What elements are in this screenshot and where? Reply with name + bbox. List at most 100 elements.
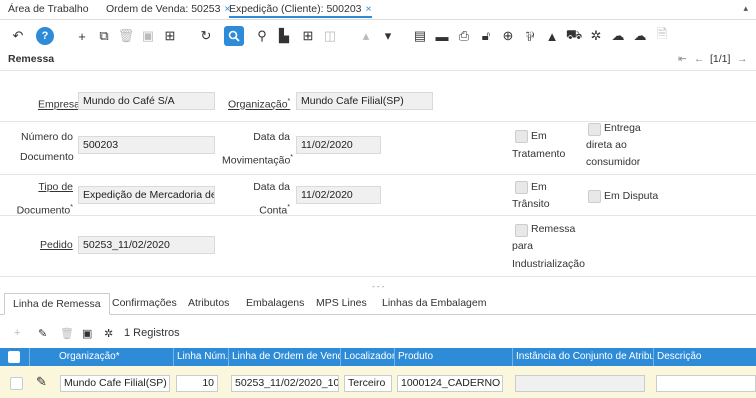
pedido-label[interactable]: Pedido [40, 237, 73, 254]
divider [0, 121, 756, 122]
remessa-industrializacao-label: Industrialização [512, 258, 585, 270]
pedido-field[interactable]: 50253_11/02/2020 [78, 236, 215, 254]
label-text: Organização [228, 98, 288, 111]
cell-linha[interactable]: 10 [176, 375, 218, 392]
splitter-handle[interactable]: - - - [372, 282, 384, 291]
column-header[interactable]: Organização* [56, 348, 174, 366]
edit-row-icon[interactable]: ✎ [36, 374, 47, 390]
save-icon[interactable]: ▣ [138, 26, 158, 46]
empresa-label[interactable]: Empresa* [38, 93, 83, 114]
multi-view-icon[interactable]: ◫ [320, 26, 340, 46]
cell-produto[interactable]: 1000124_CADERNO I [397, 375, 503, 392]
cell-ordem[interactable]: 50253_11/02/2020_10_ [231, 375, 339, 392]
divider [0, 174, 756, 175]
tab-confirmacoes[interactable]: Confirmações [104, 293, 185, 315]
cell-descricao[interactable] [656, 375, 756, 392]
settings-icon[interactable]: ✲ [586, 26, 606, 46]
row-checkbox[interactable] [10, 377, 23, 390]
select-all-checkbox-cell[interactable] [0, 348, 30, 366]
settings-icon[interactable]: ✲ [104, 327, 113, 340]
help-icon[interactable]: ? [36, 27, 54, 45]
workflow-icon[interactable]: ⅌ [520, 26, 540, 46]
data-conta-field[interactable]: 11/02/2020 [296, 186, 381, 204]
find-icon[interactable] [224, 26, 244, 46]
new-icon[interactable]: + [72, 26, 92, 46]
empresa-field[interactable]: Mundo do Café S/A [78, 92, 215, 110]
column-header[interactable]: Linha Núm.* [174, 348, 229, 366]
parent-record-icon[interactable]: ▴ [356, 26, 376, 46]
label-line: Número do [21, 131, 73, 143]
edit-icon[interactable]: ✎ [38, 327, 47, 340]
delete-line-icon[interactable]: 🗑 [60, 327, 74, 340]
label-text: Empresa [38, 98, 81, 111]
grid-toggle-icon[interactable]: ⊞ [298, 26, 318, 46]
data-movimentacao-field[interactable]: 11/02/2020 [296, 136, 381, 154]
next-record-icon[interactable]: → [737, 53, 748, 65]
cloud-down-icon[interactable]: ☁ [630, 26, 650, 46]
select-all-checkbox[interactable] [8, 351, 20, 363]
cell-localizador[interactable]: Terceiro [344, 375, 392, 392]
remessa-industrializacao-checkbox[interactable] [515, 224, 528, 237]
cell-instancia[interactable] [515, 375, 645, 392]
numero-documento-label: Número do Documento [20, 129, 74, 166]
em-transito-checkbox[interactable] [515, 181, 528, 194]
column-header[interactable]: Instância do Conjunto de Atributos [513, 348, 654, 366]
note-icon[interactable]: ▙ [274, 26, 294, 46]
print-icon[interactable]: ⎙ [454, 26, 474, 46]
tab-ordem-de-venda[interactable]: Ordem de Venda: 50253 × [106, 3, 231, 15]
entrega-direta-checkbox[interactable] [588, 123, 601, 136]
first-record-icon[interactable]: ⇤ [678, 53, 687, 65]
undo-icon[interactable]: ↶ [8, 26, 28, 46]
alert-icon[interactable]: ▲ [542, 26, 562, 46]
tipo-documento-field[interactable]: Expedição de Mercadoria de C [78, 186, 215, 204]
detail-tabs: Linha de Remessa Confirmações Atributos … [0, 293, 756, 315]
tab-linhas-da-embalagem[interactable]: Linhas da Embalagem [374, 293, 494, 315]
organizacao-field[interactable]: Mundo Cafe Filial(SP) [296, 92, 433, 110]
refresh-icon[interactable]: ↻ [196, 26, 216, 46]
title-bar: Remessa ⇤ ← [1/1] → [0, 51, 756, 67]
detail-record-icon[interactable]: ▾ [378, 26, 398, 46]
archive-icon[interactable]: ▬ [432, 26, 452, 46]
tab-linha-de-remessa[interactable]: Linha de Remessa [4, 293, 110, 315]
cloud-up-icon[interactable]: ☁ [608, 26, 628, 46]
save-line-icon[interactable]: ▣ [82, 327, 92, 340]
tab-atributos[interactable]: Atributos [180, 293, 237, 315]
column-header[interactable]: Localizador* [341, 348, 395, 366]
tipo-documento-label[interactable]: Tipo de Documento* [14, 179, 73, 220]
em-transito-label: Em [531, 181, 547, 193]
collapse-icon[interactable]: ▴ [743, 3, 748, 14]
table-row[interactable]: ✎ Mundo Cafe Filial(SP) 10 50253_11/02/2… [0, 366, 756, 398]
required-marker: * [290, 154, 294, 161]
save-new-icon[interactable]: ⊞ [160, 26, 180, 46]
column-header[interactable]: Linha de Ordem de Vendas [229, 348, 341, 366]
em-disputa-label: Em Disputa [604, 190, 659, 202]
copy-icon[interactable]: ⧉ [94, 26, 114, 46]
report-icon[interactable]: ▤ [410, 26, 430, 46]
attachment-icon[interactable]: ⚲ [252, 26, 272, 46]
lock-icon[interactable]: 🔓︎ [476, 26, 496, 46]
data-conta-label: Data da Conta* [222, 179, 290, 220]
tab-area-de-trabalho[interactable]: Área de Trabalho [8, 3, 89, 15]
delete-icon[interactable]: 🗑 [116, 26, 136, 46]
required-marker: * [287, 98, 291, 105]
cell-organizacao[interactable]: Mundo Cafe Filial(SP) [60, 375, 170, 392]
close-icon[interactable]: × [366, 3, 372, 15]
divider [0, 276, 756, 277]
grid-header: Organização* Linha Núm.* Linha de Ordem … [0, 348, 756, 366]
em-disputa-checkbox[interactable] [588, 190, 601, 203]
zoom-across-icon[interactable]: ⊕ [498, 26, 518, 46]
em-tratamento-checkbox[interactable] [515, 130, 528, 143]
tab-expedicao[interactable]: Expedição (Cliente): 500203 × [229, 3, 372, 18]
cart-icon[interactable]: ⛟ [564, 26, 584, 46]
em-transito-label: Trânsito [512, 198, 550, 210]
column-header[interactable]: Produto [395, 348, 513, 366]
remessa-industrializacao-label: Remessa [531, 223, 576, 235]
tab-embalagens[interactable]: Embalagens [238, 293, 312, 315]
numero-documento-field[interactable]: 500203 [78, 136, 215, 154]
prev-record-icon[interactable]: ← [694, 53, 705, 65]
column-header[interactable]: Descrição [654, 348, 756, 366]
tab-mps-lines[interactable]: MPS Lines [308, 293, 375, 315]
organizacao-label[interactable]: Organização* [228, 93, 290, 114]
new-line-icon[interactable]: + [14, 327, 20, 339]
document-icon[interactable]: 🗎 [652, 26, 672, 46]
